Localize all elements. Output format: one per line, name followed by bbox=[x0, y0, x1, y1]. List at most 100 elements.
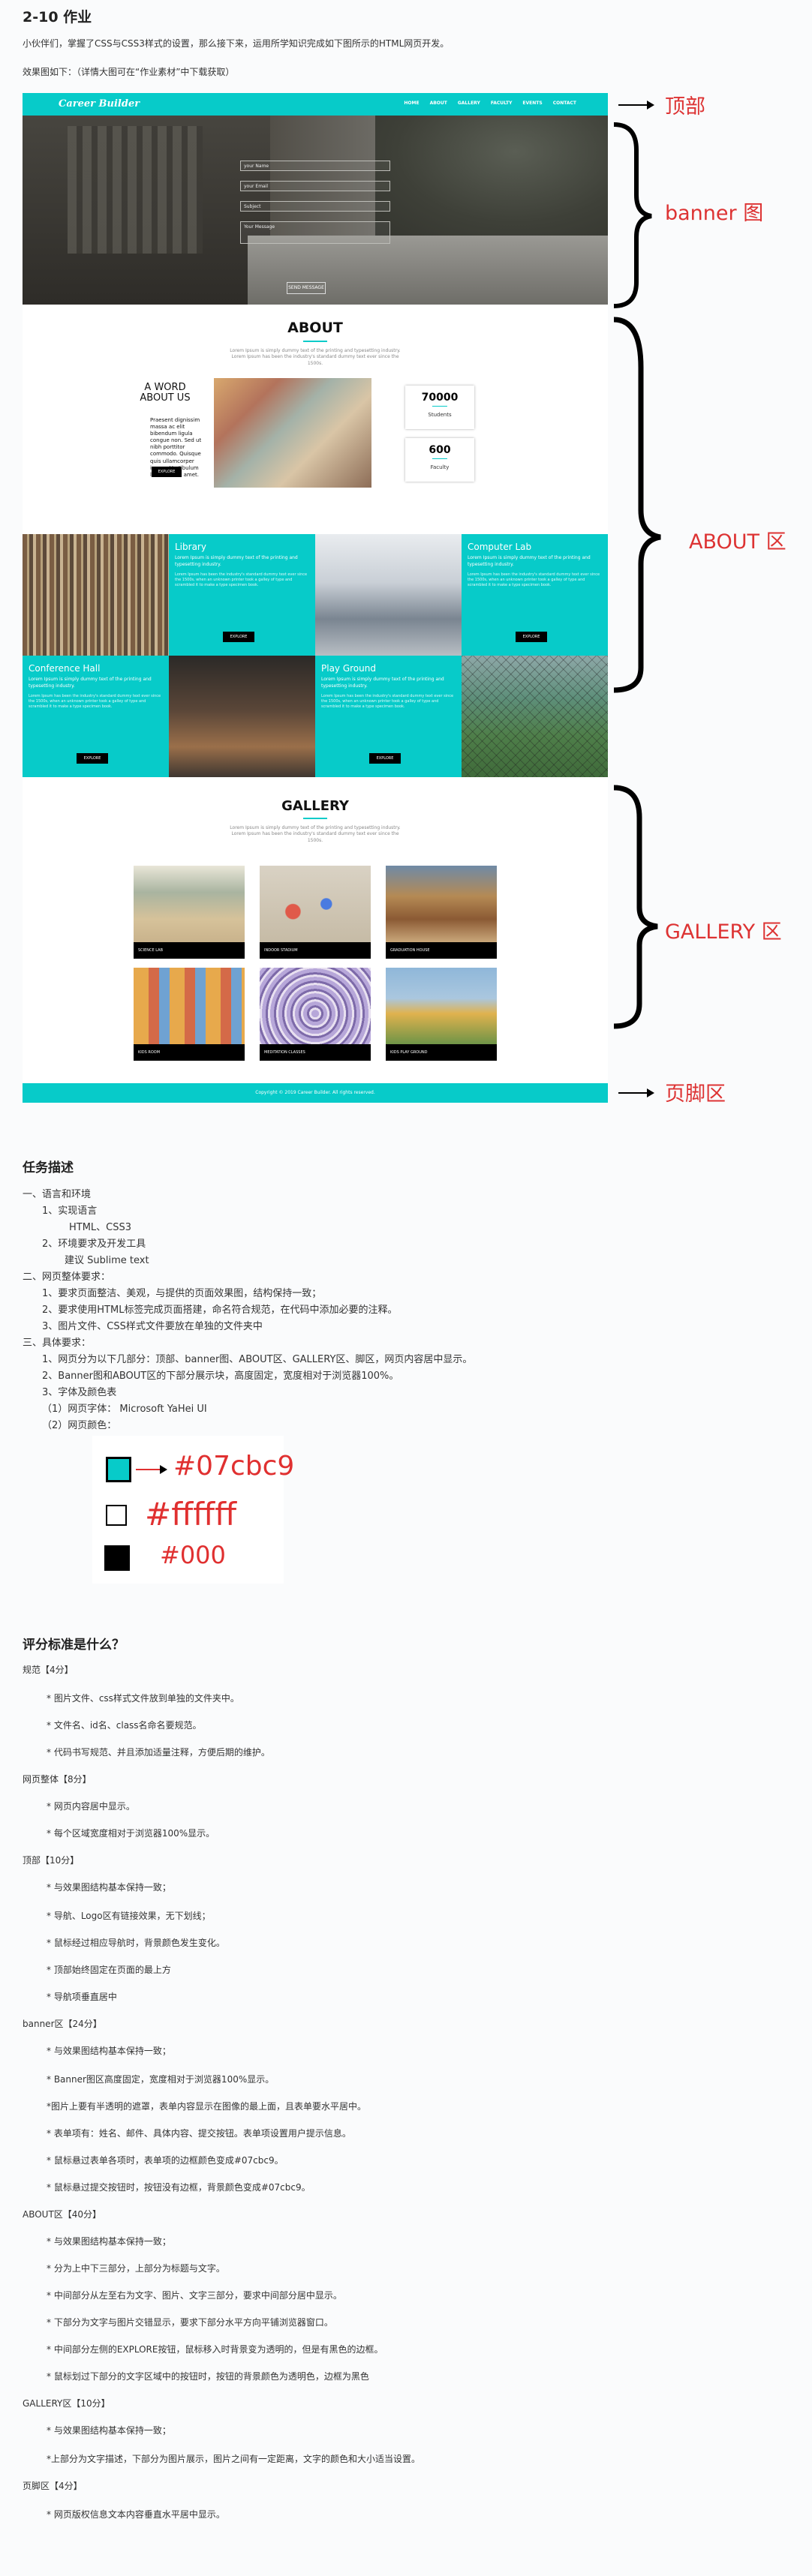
grading-item: * 与效果图结构基本保持一致； bbox=[47, 2236, 171, 2247]
card-explore-button: EXPLORE bbox=[516, 632, 547, 642]
task-line: 1、网页分为以下几部分：顶部、banner图、ABOUT区、GALLERY区、脚… bbox=[42, 1354, 473, 1365]
task-line: HTML、CSS3 bbox=[69, 1222, 132, 1233]
gallery-caption: SCIENCE LAB bbox=[134, 942, 245, 959]
banner-message-field: Your Message bbox=[240, 221, 390, 244]
grading-section: banner区【24分】 bbox=[23, 2019, 102, 2029]
grading-item: * 下部分为文字与图片交错显示，要求下部分水平方向平铺浏览器窗口。 bbox=[47, 2317, 333, 2328]
banner-subject-field: Subject bbox=[240, 201, 390, 212]
gallery-photo bbox=[260, 968, 371, 1044]
gallery-item: INDOOR STADIUM bbox=[260, 866, 371, 959]
swatch-black bbox=[104, 1545, 130, 1571]
mock-nav-links: HOME ABOUT GALLERY FACULTY EVENTS CONTAC… bbox=[404, 101, 576, 106]
grading-item: * 顶部始终固定在页面的最上方 bbox=[47, 1965, 171, 1975]
gallery-photo bbox=[134, 968, 245, 1044]
label-gallery: GALLERY 区 bbox=[665, 920, 782, 944]
grading-item: * 鼠标悬过表单各项时，表单项的边框颜色变成#07cbc9。 bbox=[47, 2155, 284, 2166]
grading-item: * 中间部分从左至右为文字、图片、文字三部分，要求中间部分居中显示。 bbox=[47, 2290, 342, 2301]
mock-nav-item: EVENTS bbox=[522, 101, 543, 106]
arrow-top-icon bbox=[618, 101, 654, 110]
gallery-item: MEDITATION CLASSES bbox=[260, 968, 371, 1061]
mock-nav-item: ABOUT bbox=[429, 101, 447, 106]
grading-item: * 鼠标划过下部分的文字区域中的按钮时，按钮的背景颜色为透明色，边框为黑色 bbox=[47, 2371, 369, 2382]
card-subtitle: Lorem Ipsum is simply dummy text of the … bbox=[321, 677, 444, 689]
library-photo bbox=[23, 534, 169, 656]
gallery-item: KIDS PLAY GROUND bbox=[386, 968, 497, 1061]
gallery-photo bbox=[134, 866, 245, 942]
task-line: 2、Banner图和ABOUT区的下部分展示块，高度固定，宽度相对于浏览器100… bbox=[42, 1371, 399, 1382]
computer-lab-card: Computer Lab Lorem Ipsum is simply dummy… bbox=[462, 534, 608, 656]
gallery-caption: INDOOR STADIUM bbox=[260, 942, 371, 959]
grading-item: * 图片文件、css样式文件放到单独的文件夹中。 bbox=[47, 1693, 239, 1704]
about-subtitle: Lorem Ipsum is simply dummy text of the … bbox=[230, 348, 401, 366]
stat-number: 70000 bbox=[421, 392, 459, 404]
swatch-label-black: #000 bbox=[160, 1541, 226, 1569]
grading-item: * 导航、Logo区有链接效果，无下划线； bbox=[47, 1911, 211, 1921]
effect-image: Career Builder HOME ABOUT GALLERY FACULT… bbox=[23, 93, 608, 1103]
card-text: Lorem Ipsum has been the industry's stan… bbox=[175, 572, 308, 588]
card-text: Lorem Ipsum has been the industry's stan… bbox=[468, 572, 600, 588]
mock-nav-item: FACULTY bbox=[490, 101, 513, 106]
conference-hall-card: Conference Hall Lorem Ipsum is simply du… bbox=[23, 656, 169, 777]
grading-item: * 网页版权信息文本内容垂直水平居中显示。 bbox=[47, 2509, 225, 2520]
card-text: Lorem Ipsum has been the industry's stan… bbox=[321, 694, 454, 710]
color-table: #07cbc9 #ffffff #000 bbox=[92, 1436, 294, 1584]
stat-students: 70000 Students bbox=[405, 386, 474, 429]
gallery-subtitle: Lorem Ipsum is simply dummy text of the … bbox=[230, 825, 401, 843]
gallery-photo bbox=[386, 866, 497, 942]
gallery-caption: GRADUATION HOUSE bbox=[386, 942, 497, 959]
task-line: 1、实现语言 bbox=[42, 1205, 98, 1217]
about-photo bbox=[214, 378, 371, 488]
stat-number: 600 bbox=[429, 444, 451, 456]
computer-lab-photo bbox=[315, 534, 462, 656]
stat-divider bbox=[432, 406, 447, 407]
gallery-caption: KIDS PLAY GROUND bbox=[386, 1044, 497, 1061]
gallery-item: SCIENCE LAB bbox=[134, 866, 245, 959]
explore-button: EXPLORE bbox=[152, 467, 182, 477]
swatch-label-white: #ffffff bbox=[145, 1496, 237, 1533]
task-line: 3、图片文件、CSS样式文件要放在单独的文件夹中 bbox=[42, 1321, 263, 1332]
word-title: A WORD ABOUT US bbox=[140, 382, 191, 404]
fence-overlay bbox=[462, 656, 608, 777]
gallery-photo bbox=[386, 968, 497, 1044]
gallery-underline bbox=[303, 818, 327, 819]
banner-submit-button: SEND MESSAGE bbox=[287, 282, 326, 294]
grading-item: * 与效果图结构基本保持一致； bbox=[47, 2425, 171, 2436]
intro-text: 小伙伴们，掌握了CSS与CSS3样式的设置，那么接下来，运用所学知识完成如下图所… bbox=[23, 38, 450, 49]
stat-label: Students bbox=[428, 412, 452, 418]
grading-section: ABOUT区【40分】 bbox=[23, 2209, 102, 2220]
card-title: Play Ground bbox=[321, 663, 376, 674]
grading-item: * 与效果图结构基本保持一致； bbox=[47, 1882, 171, 1893]
about-underline bbox=[303, 341, 327, 342]
gallery-caption: KIDS ROOM bbox=[134, 1044, 245, 1061]
gallery-item: GRADUATION HOUSE bbox=[386, 866, 497, 959]
swatch-arrow-icon bbox=[136, 1465, 167, 1474]
mock-logo: Career Builder bbox=[59, 98, 140, 110]
task-line: 2、环境要求及开发工具 bbox=[42, 1238, 146, 1250]
grading-section: GALLERY区【10分】 bbox=[23, 2398, 110, 2409]
grading-item: * Banner图区高度固定，宽度相对于浏览器100%显示。 bbox=[47, 2074, 275, 2085]
arrow-footer-icon bbox=[618, 1088, 654, 1097]
card-title: Conference Hall bbox=[29, 663, 101, 674]
card-explore-button: EXPLORE bbox=[369, 753, 401, 764]
grading-item: * 导航项垂直居中 bbox=[47, 1992, 117, 2002]
card-subtitle: Lorem Ipsum is simply dummy text of the … bbox=[468, 555, 591, 567]
grading-item: * 中间部分左侧的EXPLORE按钮，鼠标移入时背景变为透明的，但是有黑色的边框… bbox=[47, 2344, 383, 2355]
stat-label: Faculty bbox=[430, 464, 450, 470]
grading-section: 页脚区【4分】 bbox=[23, 2481, 83, 2491]
gallery-photo bbox=[260, 866, 371, 942]
mock-nav-item: GALLERY bbox=[457, 101, 480, 106]
card-explore-button: EXPLORE bbox=[77, 753, 108, 764]
task-line: 一、语言和环境 bbox=[23, 1189, 92, 1200]
grading-item: * 与效果图结构基本保持一致； bbox=[47, 2046, 171, 2056]
grading-section: 规范【4分】 bbox=[23, 1665, 74, 1675]
stat-faculty: 600 Faculty bbox=[405, 438, 474, 482]
grading-section: 网页整体【8分】 bbox=[23, 1774, 92, 1785]
task-heading: 任务描述 bbox=[23, 1160, 74, 1175]
play-ground-photo bbox=[462, 656, 608, 777]
task-line: 三、具体要求： bbox=[23, 1338, 92, 1349]
task-line: 1、要求页面整洁、美观，与提供的页面效果图，结构保持一致； bbox=[42, 1288, 322, 1299]
label-banner: banner 图 bbox=[665, 202, 764, 225]
card-subtitle: Lorem Ipsum is simply dummy text of the … bbox=[29, 677, 152, 689]
mock-nav: Career Builder HOME ABOUT GALLERY FACULT… bbox=[23, 93, 608, 116]
grading-item: * 鼠标经过相应导航时，背景颜色发生变化。 bbox=[47, 1938, 225, 1948]
